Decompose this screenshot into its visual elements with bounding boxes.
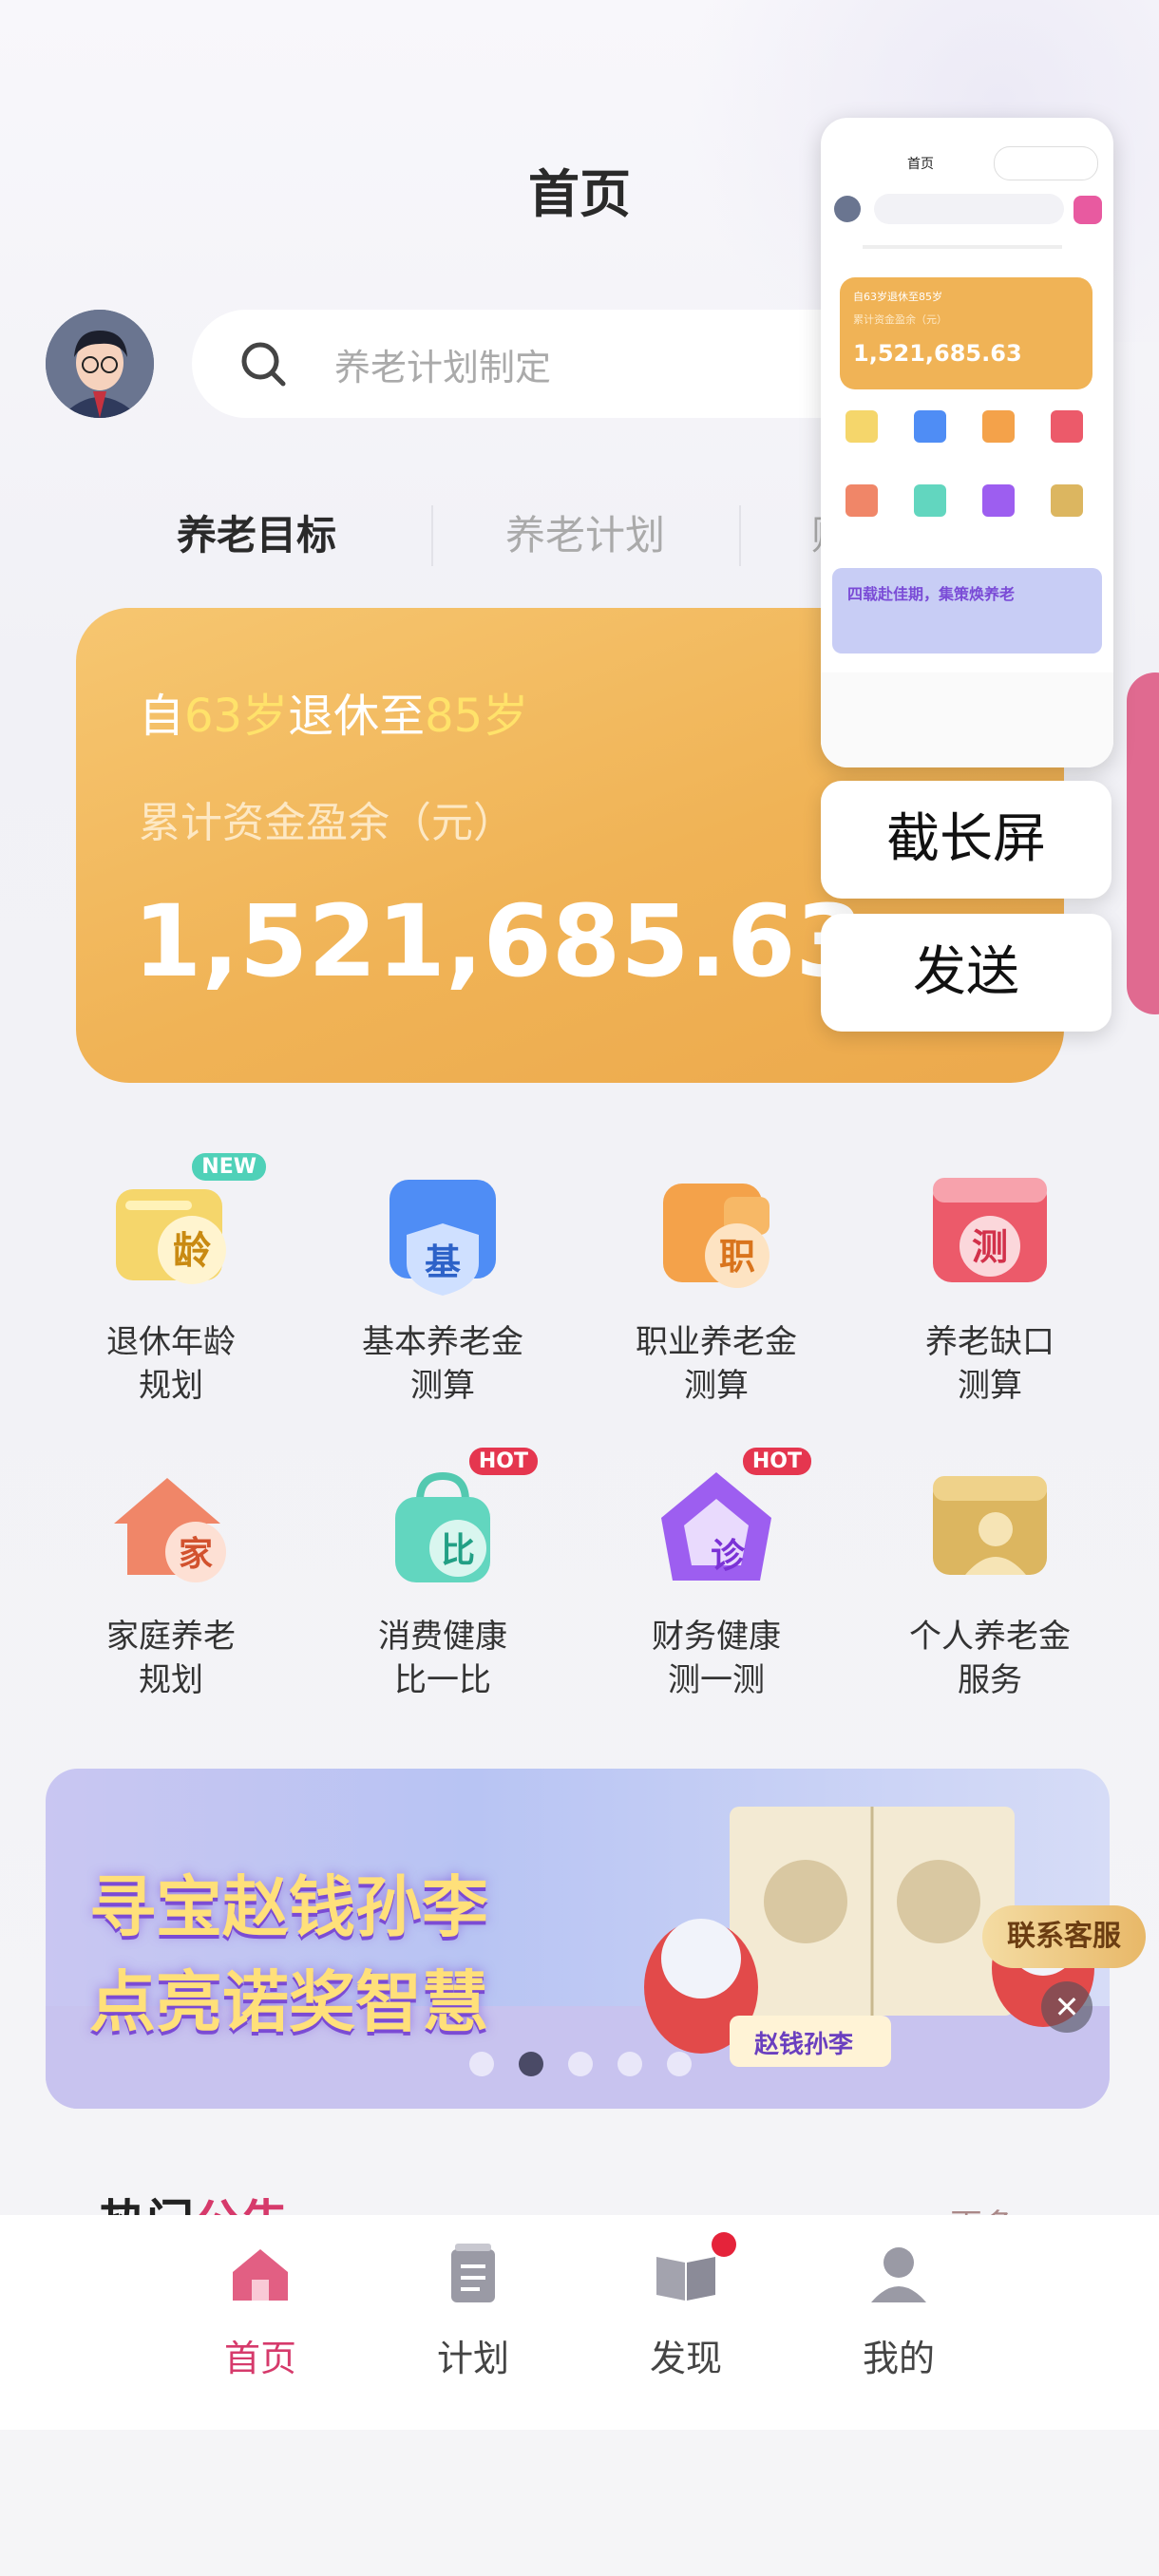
basic-pension-icon: 基 bbox=[376, 1168, 509, 1301]
thumb-card-caption: 累计资金盈余（元） bbox=[853, 313, 947, 326]
new-badge: NEW bbox=[192, 1153, 266, 1181]
service-sublabel: 比一比 bbox=[394, 1661, 491, 1699]
screenshot-thumbnail[interactable]: 首页 自63岁退休至85岁 累计资金盈余（元） 1,521,685.63 四载赴… bbox=[821, 118, 1113, 767]
next-card-edge bbox=[1127, 672, 1159, 1014]
thumb-title: 首页 bbox=[907, 157, 934, 172]
tabbar-label: 计划 bbox=[436, 2338, 509, 2379]
thumb-banner-text: 四载赴佳期，集策焕养老 bbox=[847, 585, 1016, 603]
promo-banner[interactable]: 寻宝赵钱孙李 点亮诺奖智慧 赵钱孙李 bbox=[46, 1769, 1110, 2109]
service-sublabel: 测算 bbox=[684, 1367, 749, 1405]
thumb-tabs bbox=[863, 245, 1062, 249]
service-sublabel: 测算 bbox=[410, 1367, 475, 1405]
service-personal-pension[interactable]: 个人养老金 服务 bbox=[885, 1463, 1094, 1702]
banner-logo: 赵钱孙李 bbox=[754, 2031, 854, 2059]
family-icon: 家 bbox=[104, 1463, 238, 1596]
svg-text:家: 家 bbox=[179, 1535, 213, 1574]
close-icon[interactable]: ✕ bbox=[1041, 1981, 1092, 2033]
home-icon bbox=[227, 2242, 294, 2308]
send-button[interactable]: 发送 bbox=[821, 914, 1112, 1032]
carousel-dot[interactable] bbox=[618, 2052, 642, 2076]
thumb-card-amount: 1,521,685.63 bbox=[853, 340, 1022, 367]
service-sublabel: 测一测 bbox=[668, 1661, 765, 1699]
occupational-pension-icon: 职 bbox=[650, 1168, 783, 1301]
surplus-caption: 累计资金盈余（元） bbox=[139, 799, 515, 847]
svg-text:职: 职 bbox=[719, 1236, 755, 1278]
thumb-capsule bbox=[994, 146, 1098, 180]
tabbar-discover[interactable]: 发现 bbox=[619, 2232, 752, 2381]
tabbar-profile[interactable]: 我的 bbox=[832, 2242, 965, 2381]
tab-retirement-plan[interactable]: 养老计划 bbox=[505, 503, 665, 561]
service-occupational-pension[interactable]: 职 职业养老金测算 bbox=[612, 1168, 821, 1408]
gap-icon: 测 bbox=[923, 1168, 1056, 1301]
thumb-avatar bbox=[834, 196, 861, 222]
service-label: 家庭养老 bbox=[106, 1618, 236, 1656]
service-label: 消费健康 bbox=[378, 1618, 507, 1656]
service-label: 财务健康 bbox=[652, 1618, 781, 1656]
notification-dot bbox=[712, 2232, 736, 2257]
consumption-icon: 比 HOT bbox=[376, 1448, 538, 1596]
service-label: 养老缺口 bbox=[925, 1323, 1054, 1361]
carousel-dot[interactable] bbox=[568, 2052, 593, 2076]
retirement-range: 自63岁退休至85岁 bbox=[139, 690, 529, 743]
service-family-pension[interactable]: 家 家庭养老规划 bbox=[66, 1463, 276, 1702]
hot-badge: HOT bbox=[742, 1448, 811, 1475]
bottom-tabbar: 首页 计划 发现 我的 bbox=[0, 2215, 1159, 2430]
svg-text:测: 测 bbox=[972, 1226, 1008, 1268]
tabbar-label: 发现 bbox=[649, 2338, 722, 2379]
thumb-banner: 四载赴佳期，集策焕养老 bbox=[832, 568, 1102, 653]
tabbar-home[interactable]: 首页 bbox=[194, 2242, 327, 2381]
tab-retirement-goal[interactable]: 养老目标 bbox=[177, 503, 336, 561]
hot-badge: HOT bbox=[468, 1448, 538, 1475]
plan-icon bbox=[440, 2242, 506, 2308]
search-icon bbox=[241, 342, 286, 387]
profile-icon bbox=[865, 2242, 932, 2308]
tabbar-label: 我的 bbox=[862, 2338, 935, 2379]
avatar[interactable] bbox=[46, 310, 154, 418]
tabbar-label: 首页 bbox=[223, 2338, 296, 2379]
service-label: 个人养老金 bbox=[909, 1618, 1071, 1656]
carousel-dot[interactable] bbox=[667, 2052, 692, 2076]
banner-subheadline: 点亮诺奖智慧 bbox=[89, 1963, 488, 2041]
service-sublabel: 规划 bbox=[139, 1661, 203, 1699]
surplus-amount: 1,521,685.63 bbox=[133, 883, 864, 999]
service-label: 基本养老金 bbox=[362, 1323, 523, 1361]
discover-icon bbox=[653, 2232, 736, 2308]
tab-divider bbox=[739, 505, 741, 566]
svg-text:龄: 龄 bbox=[173, 1229, 211, 1273]
service-label: 退休年龄 bbox=[106, 1323, 236, 1361]
customer-service-button[interactable]: 联系客服 bbox=[982, 1905, 1146, 1968]
thumb-service-grid bbox=[846, 410, 1083, 517]
service-pension-gap[interactable]: 测 养老缺口 测算 bbox=[885, 1168, 1094, 1408]
carousel-dots bbox=[469, 2052, 716, 2080]
tab-divider bbox=[431, 505, 433, 566]
service-sublabel: 规划 bbox=[139, 1367, 203, 1405]
service-label: 职业养老金 bbox=[636, 1323, 797, 1361]
thumb-card: 自63岁退休至85岁 累计资金盈余（元） 1,521,685.63 bbox=[840, 277, 1092, 389]
thumb-card-line: 自63岁退休至85岁 bbox=[853, 291, 942, 303]
long-screenshot-button[interactable]: 截长屏 bbox=[821, 781, 1112, 899]
carousel-dot[interactable] bbox=[469, 2052, 494, 2076]
personal-pension-icon bbox=[923, 1463, 1056, 1596]
thumb-search bbox=[874, 194, 1064, 224]
service-consumption-health[interactable]: 比 HOT 消费健康比一比 bbox=[338, 1448, 547, 1702]
service-retirement-age[interactable]: 龄 NEW 退休年龄规划 bbox=[66, 1153, 276, 1408]
thumb-tabbar bbox=[821, 672, 1113, 767]
service-sublabel: 测算 bbox=[958, 1367, 1022, 1405]
safe-area bbox=[0, 2430, 1159, 2576]
search-placeholder: 养老计划制定 bbox=[334, 347, 552, 388]
service-sublabel: 服务 bbox=[958, 1661, 1022, 1699]
tabbar-plan[interactable]: 计划 bbox=[407, 2242, 540, 2381]
thumb-gift-icon bbox=[1074, 196, 1102, 224]
svg-text:基: 基 bbox=[425, 1241, 461, 1283]
banner-headline: 寻宝赵钱孙李 bbox=[89, 1868, 488, 1946]
svg-text:比: 比 bbox=[441, 1531, 475, 1570]
service-basic-pension[interactable]: 基 基本养老金 测算 bbox=[338, 1168, 547, 1408]
age-icon: 龄 NEW bbox=[104, 1153, 266, 1301]
finance-health-icon: 诊 HOT bbox=[650, 1448, 811, 1596]
service-finance-health[interactable]: 诊 HOT 财务健康测一测 bbox=[612, 1448, 821, 1702]
carousel-dot-active[interactable] bbox=[519, 2052, 543, 2076]
search-bar[interactable]: 养老计划制定 bbox=[192, 310, 876, 418]
svg-text:诊: 诊 bbox=[711, 1537, 746, 1576]
